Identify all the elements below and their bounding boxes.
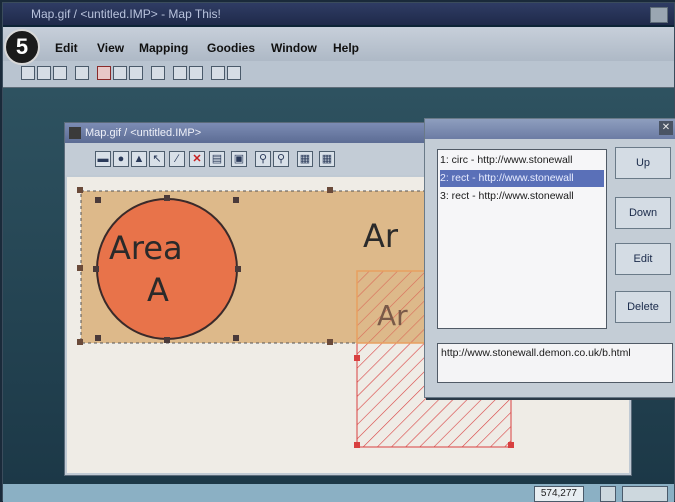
print-icon[interactable] [151, 66, 165, 80]
list-item-selected[interactable]: 2: rect - http://www.stonewall [440, 170, 604, 187]
map-tool-icon[interactable] [75, 66, 89, 80]
minimize-button[interactable] [650, 7, 668, 23]
main-toolbar [3, 61, 674, 88]
up-button[interactable]: Up [615, 147, 671, 179]
document-icon [69, 127, 81, 139]
area-list-icon[interactable]: ▤ [209, 151, 225, 167]
area-c-label: Ar [377, 299, 408, 332]
tile-window-icon[interactable] [211, 66, 225, 80]
delete-button[interactable]: Delete [615, 291, 671, 323]
help-icon[interactable] [189, 66, 203, 80]
dialog-title-bar: ✕ [425, 119, 675, 139]
menu-window[interactable]: Window [271, 41, 317, 55]
cut-icon[interactable] [97, 66, 111, 80]
coordinates-readout: 574,277 [533, 486, 584, 502]
circle-tool-icon[interactable]: ● [113, 151, 129, 167]
area-a-label-line1: Area [109, 229, 183, 267]
menu-help[interactable]: Help [333, 41, 359, 55]
main-title-bar: Map.gif / <untitled.IMP> - Map This! [3, 3, 674, 25]
menu-bar: Edit View Mapping Goodies Window Help [3, 27, 674, 61]
paste-icon[interactable] [129, 66, 143, 80]
edit-pen-icon[interactable] [173, 66, 187, 80]
area-a-label-line2: A [147, 271, 169, 309]
list-item[interactable]: 3: rect - http://www.stonewall [440, 188, 604, 205]
document-title: Map.gif / <untitled.IMP> [85, 127, 202, 139]
save-file-icon[interactable] [53, 66, 67, 80]
zoom-out-icon[interactable]: ⚲ [273, 151, 289, 167]
area-list-dialog: ✕ 1: circ - http://www.stonewall 2: rect… [424, 118, 675, 398]
cascade-window-icon[interactable] [227, 66, 241, 80]
status-field [622, 486, 668, 502]
menu-view[interactable]: View [97, 41, 124, 55]
down-button[interactable]: Down [615, 197, 671, 229]
menu-goodies[interactable]: Goodies [207, 41, 255, 55]
edit-button[interactable]: Edit [615, 243, 671, 275]
rectangle-tool-icon[interactable]: ▬ [95, 151, 111, 167]
status-icon [600, 486, 616, 502]
copy-icon[interactable] [113, 66, 127, 80]
pointer-tool-icon[interactable]: ↖ [149, 151, 165, 167]
zoom-in-icon[interactable]: ⚲ [255, 151, 271, 167]
polygon-tool-icon[interactable]: ▲ [131, 151, 147, 167]
step-number-badge: 5 [4, 29, 40, 65]
circle-area-a[interactable] [83, 187, 253, 347]
menu-edit[interactable]: Edit [55, 41, 78, 55]
menu-mapping[interactable]: Mapping [139, 41, 188, 55]
list-item[interactable]: 1: circ - http://www.stonewall [440, 152, 604, 169]
grid-icon[interactable]: ▦ [319, 151, 335, 167]
main-window-title: Map.gif / <untitled.IMP> - Map This! [31, 7, 221, 21]
delete-area-icon[interactable]: ✕ [189, 151, 205, 167]
new-file-icon[interactable] [21, 66, 35, 80]
status-bar: 574,277 [3, 484, 674, 502]
edit-area-icon[interactable]: ∕ [169, 151, 185, 167]
area-b-label: Ar [363, 217, 399, 255]
test-map-icon[interactable]: ▦ [297, 151, 313, 167]
url-field[interactable]: http://www.stonewall.demon.co.uk/b.html [437, 343, 673, 383]
open-file-icon[interactable] [37, 66, 51, 80]
close-icon[interactable]: ✕ [659, 121, 673, 135]
area-list[interactable]: 1: circ - http://www.stonewall 2: rect -… [437, 149, 607, 329]
save-icon[interactable]: ▣ [231, 151, 247, 167]
